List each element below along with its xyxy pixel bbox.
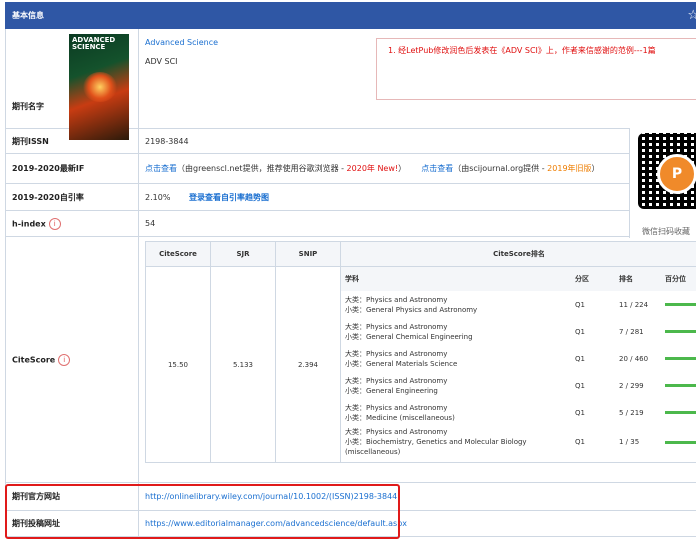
major-subject: 大类：Physics and Astronomy xyxy=(345,322,448,331)
notice-box: 1. 经LetPub修改润色后发表在《ADV SCI》上，作者来信感谢的范例--… xyxy=(376,38,696,100)
percentile-bar xyxy=(665,411,696,414)
percentile-bar xyxy=(665,440,696,444)
zone-value: Q1 xyxy=(575,300,585,309)
ranking-row: 大类：Physics and Astronomy 小类：Biochemistry,… xyxy=(341,426,696,458)
cover-title: ADVANCED SCIENCE xyxy=(72,36,116,51)
citescore-value: 15.50 xyxy=(145,266,211,463)
if-link-greenscl[interactable]: 点击查看 xyxy=(145,164,177,173)
section-title: 基本信息 xyxy=(5,2,139,29)
if-link-scijournal[interactable]: 点击查看 xyxy=(421,164,453,173)
issn-value: 2198-3844 xyxy=(138,128,696,154)
major-subject: 大类：Physics and Astronomy xyxy=(345,349,448,358)
info-icon[interactable]: i xyxy=(48,217,61,230)
snip-value: 2.394 xyxy=(275,266,341,463)
sjr-header: SJR xyxy=(210,241,276,267)
zone-value: Q1 xyxy=(575,408,585,417)
percentile-header: 百分位 xyxy=(661,267,696,291)
citescore-row: CiteScore i CiteScore SJR SNIP CiteScore排… xyxy=(5,236,696,483)
minor-subject: 小类：Biochemistry, Genetics and Molecular … xyxy=(345,438,527,456)
self-cite-row: 2019-2020自引率 2.10% 登录查看自引率趋势图 xyxy=(5,183,696,211)
rank-value: 5 / 219 xyxy=(619,408,644,417)
zone-header: 分区 xyxy=(571,267,615,291)
highlight-box xyxy=(5,484,400,539)
rank-value: 2 / 299 xyxy=(619,381,644,390)
h-index-row: h-index i 54 xyxy=(5,210,696,237)
major-subject: 大类：Physics and Astronomy xyxy=(345,295,448,304)
ranking-list: 学科 分区 排名 百分位 大类：Physics and Astronomy 小类：… xyxy=(341,267,696,458)
minor-subject: 小类：General Chemical Engineering xyxy=(345,332,473,341)
qr-caption: 微信扫码收藏 xyxy=(642,227,690,236)
minor-subject: 小类：General Materials Science xyxy=(345,359,458,368)
rank-header: 排名 xyxy=(615,267,661,291)
letpub-logo-icon: P xyxy=(657,154,696,194)
percentile-bar xyxy=(665,357,696,360)
minor-subject: 小类：General Physics and Astronomy xyxy=(345,305,478,314)
zone-value: Q1 xyxy=(575,381,585,390)
journal-full-name-link[interactable]: Advanced Science xyxy=(145,38,218,47)
star-icon[interactable]: ☆ xyxy=(687,8,696,23)
ranking-row: 大类：Physics and Astronomy 小类：General Physi… xyxy=(341,291,696,318)
rank-value: 7 / 281 xyxy=(619,327,644,336)
zone-value: Q1 xyxy=(575,354,585,363)
journal-cover-image: ADVANCED SCIENCE xyxy=(69,34,129,140)
h-index-value: 54 xyxy=(138,210,696,237)
zone-value: Q1 xyxy=(575,327,585,336)
sjr-value: 5.133 xyxy=(210,266,276,463)
rank-value: 1 / 35 xyxy=(619,438,640,446)
rank-value: 11 / 224 xyxy=(619,300,649,309)
ranking-row: 大类：Physics and Astronomy 小类：General Mater… xyxy=(341,345,696,372)
major-subject: 大类：Physics and Astronomy xyxy=(345,428,448,436)
zone-value: Q1 xyxy=(575,438,585,446)
info-icon[interactable]: i xyxy=(58,353,71,366)
percentile-bar xyxy=(665,330,696,333)
ranking-row: 大类：Physics and Astronomy 小类：General Engin… xyxy=(341,372,696,399)
minor-subject: 小类：Medicine (miscellaneous) xyxy=(345,413,455,422)
qr-code-image: P xyxy=(638,133,696,209)
journal-info-page: 基本信息 ☆ 期刊名字 ADVANCED SCIENCE Advanced Sc… xyxy=(0,0,696,544)
ranking-row: 大类：Physics and Astronomy 小类：Medicine (mis… xyxy=(341,399,696,426)
self-cite-trend-link[interactable]: 登录查看自引率趋势图 xyxy=(189,193,269,202)
citescore-header: CiteScore xyxy=(145,241,211,267)
percentile-bar xyxy=(665,384,696,387)
subject-header: 学科 xyxy=(341,267,571,291)
rank-value: 20 / 460 xyxy=(619,354,649,363)
percentile-bar xyxy=(665,303,696,306)
section-header: 基本信息 ☆ xyxy=(5,2,696,29)
snip-header: SNIP xyxy=(275,241,341,267)
qr-code-panel: P 微信扫码收藏 xyxy=(629,128,696,238)
citescore-label: CiteScore xyxy=(12,355,56,364)
major-subject: 大类：Physics and Astronomy xyxy=(345,376,448,385)
citescore-table: CiteScore SJR SNIP CiteScore排名 15.50 5.1… xyxy=(145,241,696,463)
if-row: 2019-2020最新IF 点击查看（由greenscl.net提供，推荐使用谷… xyxy=(5,153,696,184)
major-subject: 大类：Physics and Astronomy xyxy=(345,403,448,412)
h-index-label: h-index xyxy=(12,219,46,228)
self-cite-label: 2019-2020自引率 xyxy=(5,183,139,211)
ranking-row: 大类：Physics and Astronomy 小类：General Chemi… xyxy=(341,318,696,345)
minor-subject: 小类：General Engineering xyxy=(345,386,438,395)
self-cite-value: 2.10% xyxy=(145,192,171,202)
notice-text[interactable]: 1. 经LetPub修改润色后发表在《ADV SCI》上，作者来信感谢的范例--… xyxy=(388,45,656,56)
ranking-header: CiteScore排名 xyxy=(340,241,696,267)
journal-name-label: 期刊名字 xyxy=(12,102,44,111)
if-label: 2019-2020最新IF xyxy=(5,153,139,184)
